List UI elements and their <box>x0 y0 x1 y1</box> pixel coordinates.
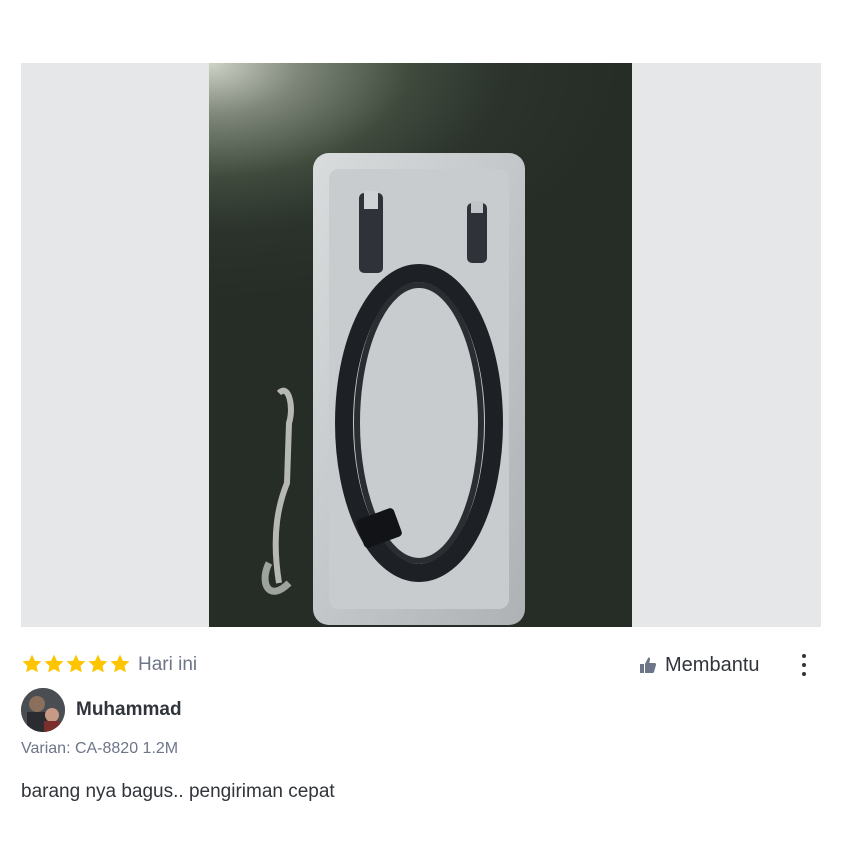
reviewer-row: Muhammad <box>21 688 521 734</box>
helpful-label: Membantu <box>665 653 760 676</box>
review-text: barang nya bagus.. pengiriman cepat <box>21 781 335 802</box>
product-variant: Varian: CA-8820 1.2M <box>21 740 179 757</box>
star-icon <box>44 654 64 673</box>
reviewer-name[interactable]: Muhammad <box>76 699 182 721</box>
star-icon <box>66 654 86 673</box>
star-icon <box>22 654 42 673</box>
review-media-frame[interactable] <box>21 63 821 627</box>
rating-row: Hari ini Membantu <box>21 651 821 679</box>
thumbs-up-icon <box>640 657 657 673</box>
star-rating <box>21 653 131 675</box>
helpful-button[interactable]: Membantu <box>639 651 760 679</box>
more-vertical-icon <box>802 654 806 658</box>
more-options-button[interactable] <box>794 651 814 681</box>
star-icon <box>110 654 130 673</box>
review-photo[interactable] <box>209 63 632 627</box>
review-photo-image <box>261 153 525 625</box>
review-date: Hari ini <box>138 654 198 675</box>
star-icon <box>88 654 108 673</box>
avatar[interactable] <box>21 688 65 732</box>
